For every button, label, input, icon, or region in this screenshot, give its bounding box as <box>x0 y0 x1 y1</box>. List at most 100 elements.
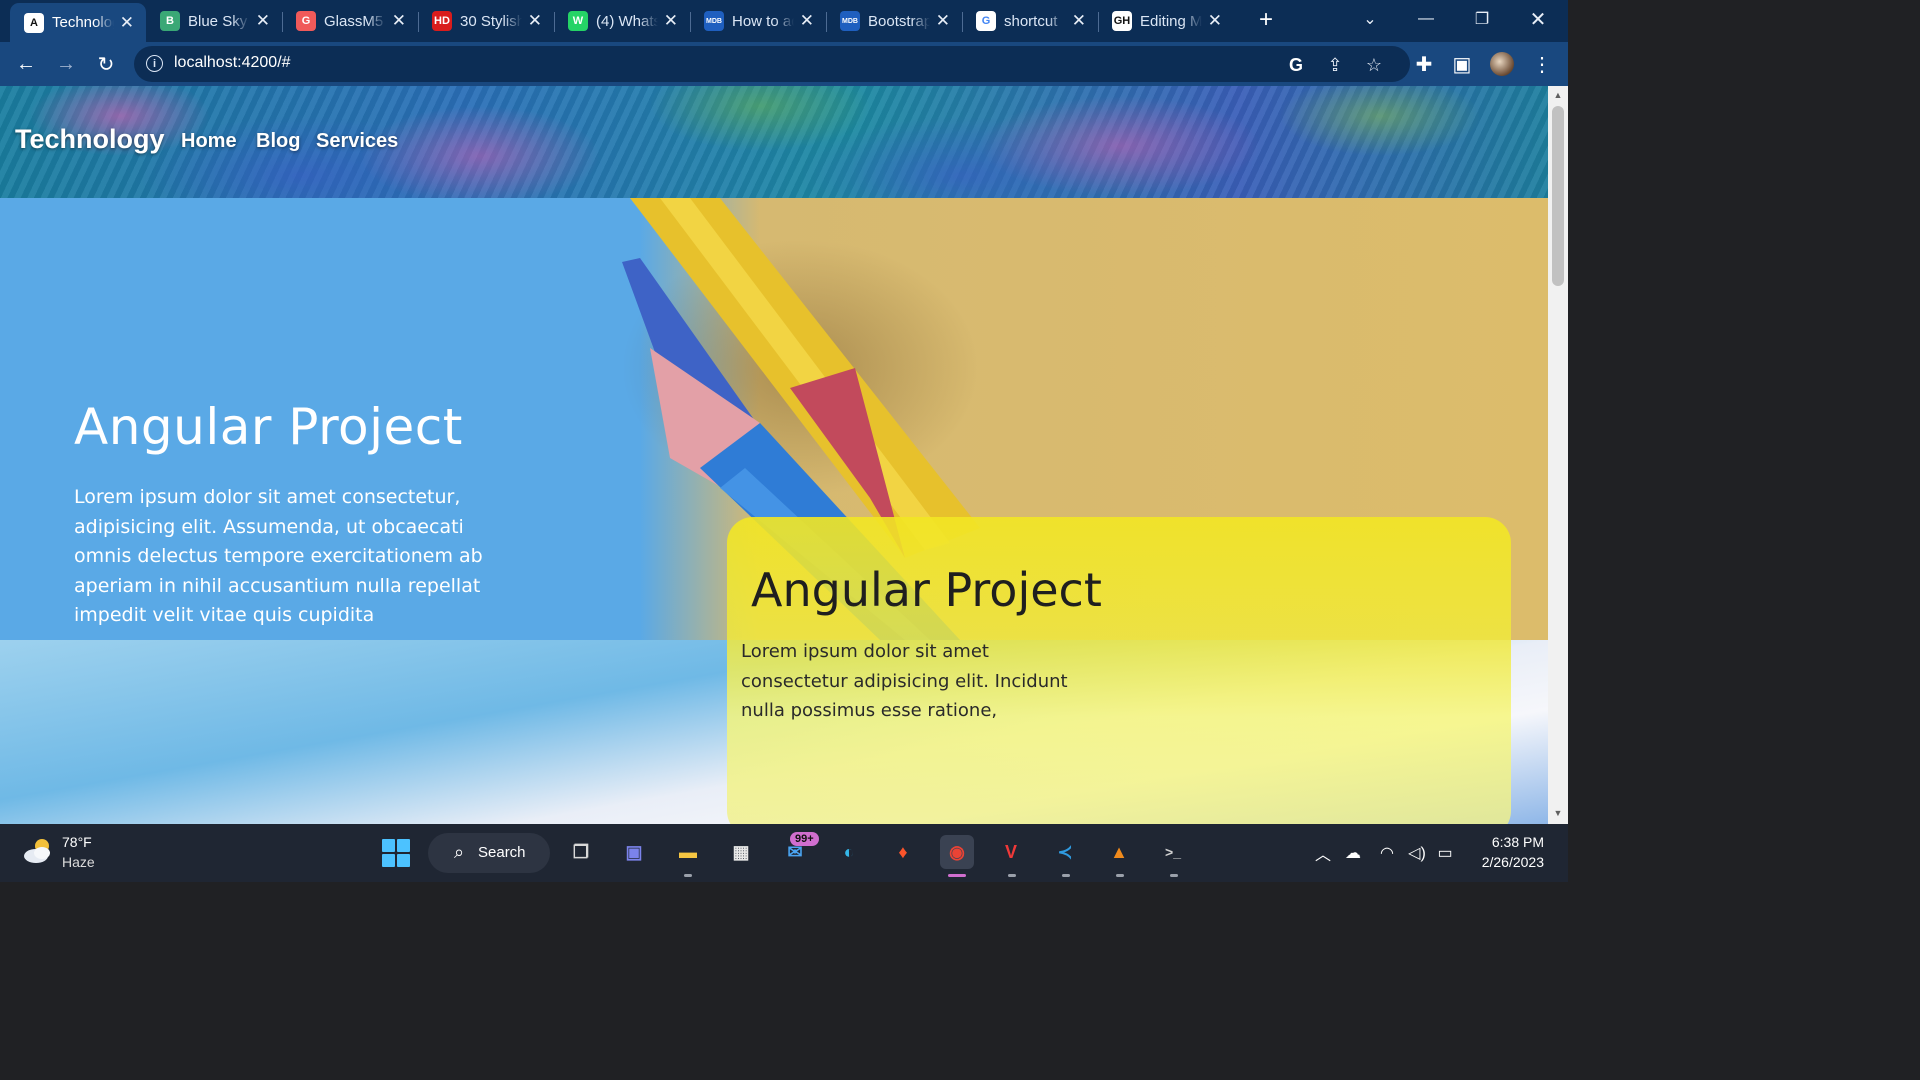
browser-menu-icon[interactable]: ⋮ <box>1528 50 1556 78</box>
nav-link-services[interactable]: Services <box>316 130 398 153</box>
onedrive-icon[interactable]: ☁ <box>1342 842 1364 864</box>
weather-condition[interactable]: Haze <box>62 854 95 870</box>
hero-text: Lorem ipsum dolor sit amet consectetur, … <box>74 486 483 626</box>
nav-link-home[interactable]: Home <box>181 130 237 153</box>
chrome-icon[interactable]: ◉ <box>940 835 974 869</box>
browser-tab-8[interactable]: GH Editing M ✕ <box>1098 0 1234 42</box>
tab-favicon-icon: GH <box>1112 11 1132 31</box>
weather-temperature[interactable]: 78°F <box>62 834 92 850</box>
vlc-running-indicator <box>1116 874 1124 877</box>
browser-tab-strip: A Technology ✕ B Blue Sky ✕ G GlassM5 ✕ HD 30 Styl… <box>0 0 1568 42</box>
google-lens-icon[interactable]: G <box>1284 53 1308 77</box>
vlc-icon[interactable]: ▲ <box>1102 835 1136 869</box>
side-panel-icon[interactable]: ▣ <box>1448 50 1476 78</box>
terminal-icon[interactable]: >_ <box>1156 835 1190 869</box>
tab-close-icon[interactable]: ✕ <box>936 11 950 31</box>
site-navbar: Technology Home Blog Services <box>0 86 1548 198</box>
bookmark-star-icon[interactable]: ☆ <box>1362 53 1386 77</box>
url-text[interactable]: localhost:4200/# <box>174 54 291 72</box>
tab-favicon-icon: G <box>296 11 316 31</box>
site-brand[interactable]: Technology <box>15 124 165 155</box>
close-window-button[interactable]: ✕ <box>1518 4 1558 34</box>
file-explorer-icon[interactable]: ▬ <box>671 835 705 869</box>
share-icon[interactable]: ⇪ <box>1323 53 1347 77</box>
tab-separator <box>826 12 827 32</box>
restore-button[interactable]: ❐ <box>1462 4 1502 34</box>
taskbar-search[interactable]: ⌕ Search <box>428 833 550 873</box>
tab-search-button[interactable]: ⌄ <box>1350 4 1390 34</box>
page-viewport: Technology Home Blog Services Angular Pr… <box>0 86 1548 824</box>
wifi-icon[interactable]: ◠ <box>1376 842 1398 864</box>
vivaldi-icon[interactable]: V <box>994 835 1028 869</box>
tab-label: (4) WhatsApp <box>596 12 658 30</box>
tab-close-icon[interactable]: ✕ <box>528 11 542 31</box>
file-explorer-running-indicator <box>684 874 692 877</box>
tray-overflow-chevron-icon[interactable]: ︿ <box>1312 842 1334 864</box>
profile-avatar[interactable] <box>1488 50 1516 78</box>
microsoft-store-icon[interactable]: ▦ <box>724 835 758 869</box>
site-info-icon[interactable]: i <box>146 55 163 72</box>
forward-button[interactable]: → <box>52 50 80 78</box>
tab-separator <box>554 12 555 32</box>
browser-toolbar: ← → ↻ i localhost:4200/# G ⇪ ☆ ✚ ▣ ⋮ <box>0 42 1568 86</box>
browser-tab-2[interactable]: G GlassM5 ✕ <box>282 0 418 42</box>
tab-close-icon[interactable]: ✕ <box>1072 11 1086 31</box>
scroll-down-icon[interactable]: ▼ <box>1552 808 1564 820</box>
tab-favicon-icon: G <box>976 11 996 31</box>
tab-separator <box>962 12 963 32</box>
tab-label: Editing M <box>1140 12 1202 30</box>
tab-label: GlassM5 <box>324 12 384 30</box>
tab-close-icon[interactable]: ✕ <box>120 13 134 33</box>
back-button[interactable]: ← <box>12 50 40 78</box>
tab-close-icon[interactable]: ✕ <box>664 11 678 31</box>
vscode-running-indicator <box>1062 874 1070 877</box>
page-scrollbar[interactable]: ▲ ▼ <box>1548 86 1568 824</box>
teams-chat-icon[interactable]: ▣ <box>617 835 651 869</box>
windows-taskbar: 78°F Haze ⌕ Search ❐ ▣ ▬ ▦ ✉ 99+ ◐ ♦ ◉ V… <box>0 824 1568 882</box>
new-tab-button[interactable]: + <box>1252 6 1280 34</box>
tab-favicon-icon: MDB <box>704 11 724 31</box>
brave-icon[interactable]: ♦ <box>886 835 920 869</box>
browser-tab-5[interactable]: MDB How to add ✕ <box>690 0 826 42</box>
tab-close-icon[interactable]: ✕ <box>392 11 406 31</box>
chrome-running-indicator <box>948 874 966 877</box>
tab-close-icon[interactable]: ✕ <box>256 11 270 31</box>
scrollbar-thumb[interactable] <box>1552 106 1564 286</box>
tab-label: How to add <box>732 12 794 30</box>
tab-separator <box>418 12 419 32</box>
tab-label: Technology <box>52 14 114 31</box>
extensions-icon[interactable]: ✚ <box>1410 50 1438 78</box>
content-card: Angular Project Lorem ipsum dolor sit am… <box>727 517 1511 824</box>
vscode-icon[interactable]: ≺ <box>1048 835 1082 869</box>
browser-tab-3[interactable]: HD 30 Stylish ✕ <box>418 0 554 42</box>
tab-separator <box>282 12 283 32</box>
volume-icon[interactable]: ◁) <box>1406 842 1428 864</box>
browser-tab-6[interactable]: MDB Bootstrap ✕ <box>826 0 962 42</box>
clock-time[interactable]: 6:38 PM <box>1478 834 1544 850</box>
tab-favicon-icon: B <box>160 11 180 31</box>
browser-tab-4[interactable]: W (4) WhatsApp ✕ <box>554 0 690 42</box>
address-bar[interactable]: i localhost:4200/# G ⇪ ☆ <box>134 46 1410 82</box>
browser-tab-0[interactable]: A Technology ✕ <box>10 3 146 42</box>
browser-tab-1[interactable]: B Blue Sky ✕ <box>146 0 282 42</box>
scroll-up-icon[interactable]: ▲ <box>1552 90 1564 102</box>
vivaldi-running-indicator <box>1008 874 1016 877</box>
battery-icon[interactable]: ▭ <box>1434 842 1456 864</box>
taskbar-search-label: Search <box>478 844 526 861</box>
tab-favicon-icon: HD <box>432 11 452 31</box>
minimize-button[interactable]: — <box>1406 4 1446 34</box>
edge-icon[interactable]: ◐ <box>832 835 866 869</box>
tab-label: Bootstrap <box>868 12 930 30</box>
task-view-icon[interactable]: ❐ <box>564 835 598 869</box>
hero-title: Angular Project <box>74 398 463 456</box>
search-icon: ⌕ <box>454 842 465 862</box>
start-windows-icon[interactable] <box>382 839 410 867</box>
tab-label: shortcut <box>1004 12 1058 30</box>
weather-haze-icon[interactable] <box>22 836 54 866</box>
tab-close-icon[interactable]: ✕ <box>800 11 814 31</box>
nav-link-blog[interactable]: Blog <box>256 130 300 153</box>
tab-close-icon[interactable]: ✕ <box>1208 11 1222 31</box>
reload-button[interactable]: ↻ <box>92 50 120 78</box>
browser-tab-7[interactable]: Gshortcut ✕ <box>962 0 1098 42</box>
clock-date[interactable]: 2/26/2023 <box>1468 854 1544 870</box>
